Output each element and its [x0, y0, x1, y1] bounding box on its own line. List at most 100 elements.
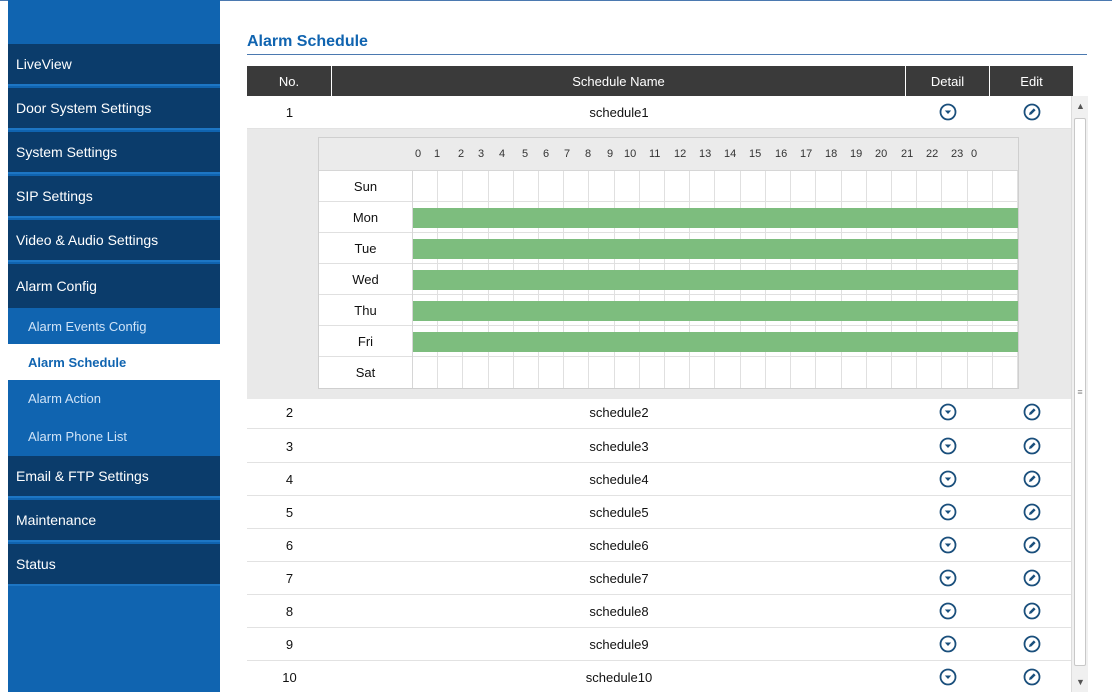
hour-cell[interactable]: [766, 171, 792, 202]
detail-cell: [906, 661, 990, 692]
hour-cell[interactable]: [766, 357, 792, 388]
hour-cell[interactable]: [867, 357, 892, 388]
hour-cell[interactable]: [942, 357, 968, 388]
table-scrollbar[interactable]: ▲ ≡ ▼: [1071, 96, 1088, 692]
sidebar-subitem-alarm-phone-list[interactable]: Alarm Phone List: [8, 416, 220, 456]
hour-cell[interactable]: [665, 357, 691, 388]
scroll-up-arrow-icon[interactable]: ▲: [1072, 96, 1089, 116]
hour-cell[interactable]: [640, 171, 666, 202]
pencil-circle-icon[interactable]: [1023, 602, 1041, 620]
hour-cell[interactable]: [690, 357, 716, 388]
hour-cell[interactable]: [539, 357, 565, 388]
pencil-circle-icon[interactable]: [1023, 668, 1041, 686]
hour-cell[interactable]: [413, 171, 439, 202]
pencil-circle-icon[interactable]: [1023, 470, 1041, 488]
hour-cell[interactable]: [968, 357, 993, 388]
detail-cell: [906, 396, 990, 428]
chevron-down-circle-icon[interactable]: [939, 602, 957, 620]
schedule-name: schedule9: [589, 636, 649, 652]
hour-cell[interactable]: [993, 171, 1018, 202]
hour-cell[interactable]: [615, 171, 640, 202]
schedule-name: schedule3: [589, 438, 649, 454]
hour-cell[interactable]: [716, 357, 741, 388]
hour-cell[interactable]: [463, 171, 489, 202]
hour-cell[interactable]: [842, 357, 867, 388]
chevron-down-circle-icon[interactable]: [939, 470, 957, 488]
hour-cell[interactable]: [791, 357, 817, 388]
hour-cell[interactable]: [514, 357, 540, 388]
title-divider: [247, 54, 1087, 55]
hour-cell[interactable]: [892, 171, 918, 202]
chevron-down-circle-icon[interactable]: [939, 668, 957, 686]
hour-cell[interactable]: [438, 357, 464, 388]
chevron-down-circle-icon[interactable]: [939, 569, 957, 587]
scroll-thumb[interactable]: ≡: [1074, 118, 1086, 666]
pencil-circle-icon[interactable]: [1023, 103, 1041, 121]
schedule-active-bar: [413, 332, 1018, 352]
sidebar-item-email-ftp-settings[interactable]: Email & FTP Settings: [8, 456, 220, 498]
chevron-down-circle-icon[interactable]: [939, 103, 957, 121]
sidebar-item-status[interactable]: Status: [8, 544, 220, 586]
detail-cell: [906, 628, 990, 660]
pencil-circle-icon[interactable]: [1023, 536, 1041, 554]
hour-cell[interactable]: [564, 357, 590, 388]
hour-cell[interactable]: [741, 171, 766, 202]
hour-cell[interactable]: [640, 357, 666, 388]
hour-cell[interactable]: [741, 357, 766, 388]
pencil-circle-icon[interactable]: [1023, 635, 1041, 653]
hour-cell[interactable]: [589, 171, 615, 202]
scroll-down-arrow-icon[interactable]: ▼: [1072, 672, 1089, 692]
sidebar-subitem-alarm-schedule[interactable]: Alarm Schedule: [8, 344, 220, 380]
hour-cell[interactable]: [564, 171, 590, 202]
row-number: 2: [285, 404, 294, 420]
sidebar-item-maintenance[interactable]: Maintenance: [8, 500, 220, 542]
hour-cell[interactable]: [942, 171, 968, 202]
hour-cell[interactable]: [489, 171, 514, 202]
hour-cell[interactable]: [438, 171, 464, 202]
sidebar-item-liveview[interactable]: LiveView: [8, 44, 220, 86]
chevron-down-circle-icon[interactable]: [939, 503, 957, 521]
table-row: 3 schedule3: [247, 430, 1073, 463]
hour-cell[interactable]: [867, 171, 892, 202]
chevron-down-circle-icon[interactable]: [939, 635, 957, 653]
chevron-down-circle-icon[interactable]: [939, 403, 957, 421]
hour-cell[interactable]: [816, 171, 842, 202]
hour-cell[interactable]: [690, 171, 716, 202]
pencil-circle-icon[interactable]: [1023, 503, 1041, 521]
hour-cell[interactable]: [917, 357, 943, 388]
hour-cell[interactable]: [589, 357, 615, 388]
pencil-circle-icon[interactable]: [1023, 437, 1041, 455]
hour-cell[interactable]: [539, 171, 565, 202]
hour-cell[interactable]: [716, 171, 741, 202]
sidebar-item-sip-settings[interactable]: SIP Settings: [8, 176, 220, 218]
pencil-circle-icon[interactable]: [1023, 569, 1041, 587]
hour-cell[interactable]: [791, 171, 817, 202]
sidebar-item-alarm-config[interactable]: Alarm Config: [8, 264, 220, 308]
hour-cell[interactable]: [514, 171, 540, 202]
schedule-name: schedule8: [589, 603, 649, 619]
sidebar-item-door-system-settings[interactable]: Door System Settings: [8, 88, 220, 130]
chevron-down-circle-icon[interactable]: [939, 437, 957, 455]
hour-cell[interactable]: [413, 357, 439, 388]
hour-cell[interactable]: [463, 357, 489, 388]
hour-cell[interactable]: [665, 171, 691, 202]
schedule-name: schedule5: [589, 504, 649, 520]
hour-cell[interactable]: [917, 171, 943, 202]
table-row: 8 schedule8: [247, 595, 1073, 628]
chevron-down-circle-icon[interactable]: [939, 536, 957, 554]
hour-cell[interactable]: [842, 171, 867, 202]
sidebar-item-video-audio-settings[interactable]: Video & Audio Settings: [8, 220, 220, 262]
hour-cell[interactable]: [993, 357, 1018, 388]
sidebar-item-label: Email & FTP Settings: [16, 468, 149, 484]
sidebar-item-system-settings[interactable]: System Settings: [8, 132, 220, 174]
hour-cell[interactable]: [615, 357, 640, 388]
hour-cell[interactable]: [816, 357, 842, 388]
hour-cell[interactable]: [968, 171, 993, 202]
sidebar-subitem-alarm-action[interactable]: Alarm Action: [8, 380, 220, 416]
pencil-circle-icon[interactable]: [1023, 403, 1041, 421]
hour-cell[interactable]: [489, 357, 514, 388]
hour-label: 0: [971, 148, 978, 160]
sidebar-subitem-alarm-events-config[interactable]: Alarm Events Config: [8, 308, 220, 344]
edit-cell: [990, 595, 1073, 627]
hour-cell[interactable]: [892, 357, 918, 388]
